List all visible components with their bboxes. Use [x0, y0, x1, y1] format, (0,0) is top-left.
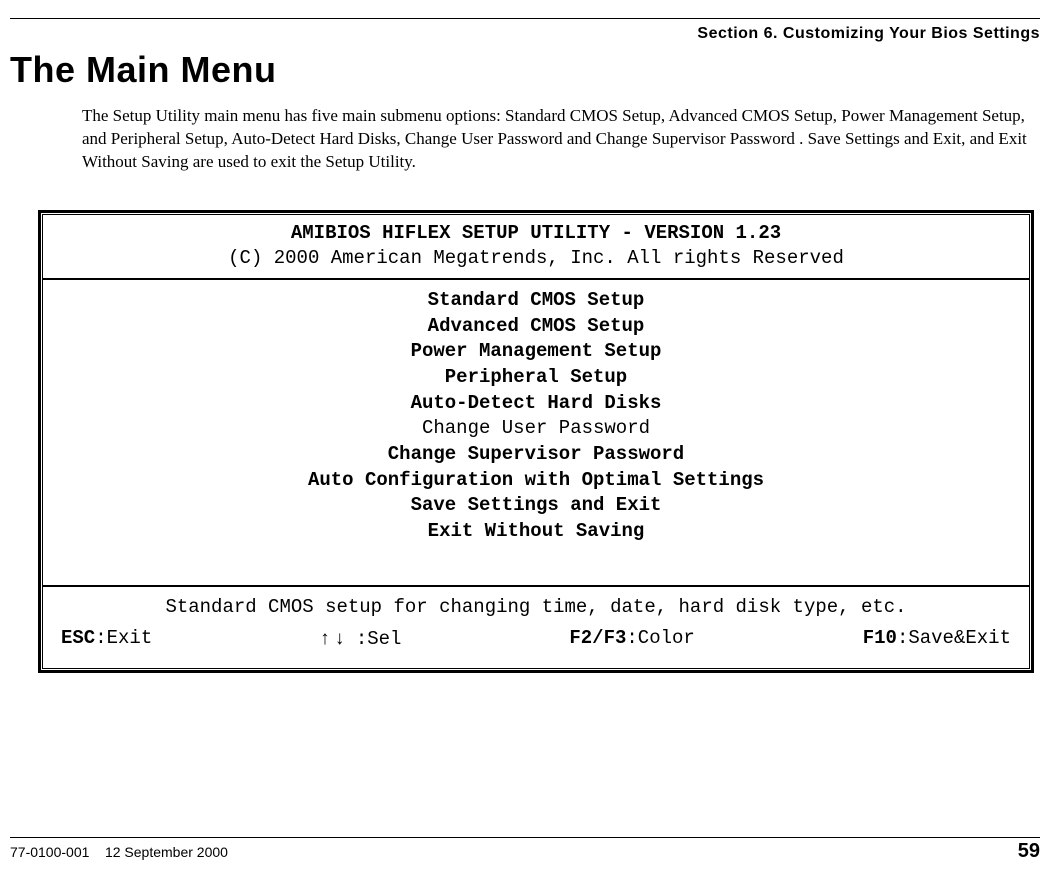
intro-paragraph: The Setup Utility main menu has five mai…	[82, 105, 1040, 174]
bios-title: AMIBIOS HIFLEX SETUP UTILITY - VERSION 1…	[51, 221, 1021, 247]
menu-item-change-supervisor-password[interactable]: Change Supervisor Password	[51, 442, 1021, 468]
menu-item-auto-config-optimal[interactable]: Auto Configuration with Optimal Settings	[51, 468, 1021, 494]
bios-key-legend: ESC:Exit ↑ ↓ :Sel F2/F3:Color F10:Save&E…	[61, 624, 1011, 654]
key-color: F2/F3:Color	[569, 624, 694, 654]
menu-item-peripheral-setup[interactable]: Peripheral Setup	[51, 365, 1021, 391]
menu-item-power-management[interactable]: Power Management Setup	[51, 339, 1021, 365]
bios-help-text: Standard CMOS setup for changing time, d…	[61, 593, 1011, 622]
menu-item-standard-cmos[interactable]: Standard CMOS Setup	[51, 288, 1021, 314]
bottom-rule	[10, 837, 1040, 838]
menu-item-exit-without-saving[interactable]: Exit Without Saving	[51, 519, 1021, 545]
doc-id: 77-0100-001	[10, 844, 89, 860]
bios-menu: Standard CMOS Setup Advanced CMOS Setup …	[43, 280, 1029, 586]
doc-date: 12 September 2000	[105, 844, 228, 860]
key-arrows: ↑ ↓ :Sel	[320, 624, 401, 654]
bios-box: AMIBIOS HIFLEX SETUP UTILITY - VERSION 1…	[38, 210, 1034, 674]
updown-arrows-icon: ↑ ↓	[320, 628, 344, 649]
top-rule	[10, 18, 1040, 19]
menu-item-auto-detect-hd[interactable]: Auto-Detect Hard Disks	[51, 391, 1021, 417]
key-esc: ESC:Exit	[61, 624, 152, 654]
footer-left: 77-0100-001 12 September 2000	[10, 844, 228, 860]
menu-item-change-user-password[interactable]: Change User Password	[51, 416, 1021, 442]
page-footer: 77-0100-001 12 September 2000 59	[10, 837, 1040, 863]
bios-inner: AMIBIOS HIFLEX SETUP UTILITY - VERSION 1…	[42, 214, 1030, 670]
menu-item-save-exit[interactable]: Save Settings and Exit	[51, 493, 1021, 519]
key-save: F10:Save&Exit	[863, 624, 1011, 654]
bios-header: AMIBIOS HIFLEX SETUP UTILITY - VERSION 1…	[43, 215, 1029, 280]
bios-copyright: (C) 2000 American Megatrends, Inc. All r…	[51, 246, 1021, 272]
menu-item-advanced-cmos[interactable]: Advanced CMOS Setup	[51, 314, 1021, 340]
section-header: Section 6. Customizing Your Bios Setting…	[10, 25, 1040, 43]
page-title: The Main Menu	[10, 49, 1040, 91]
page-number: 59	[1018, 840, 1040, 863]
bios-footer: Standard CMOS setup for changing time, d…	[43, 587, 1029, 669]
